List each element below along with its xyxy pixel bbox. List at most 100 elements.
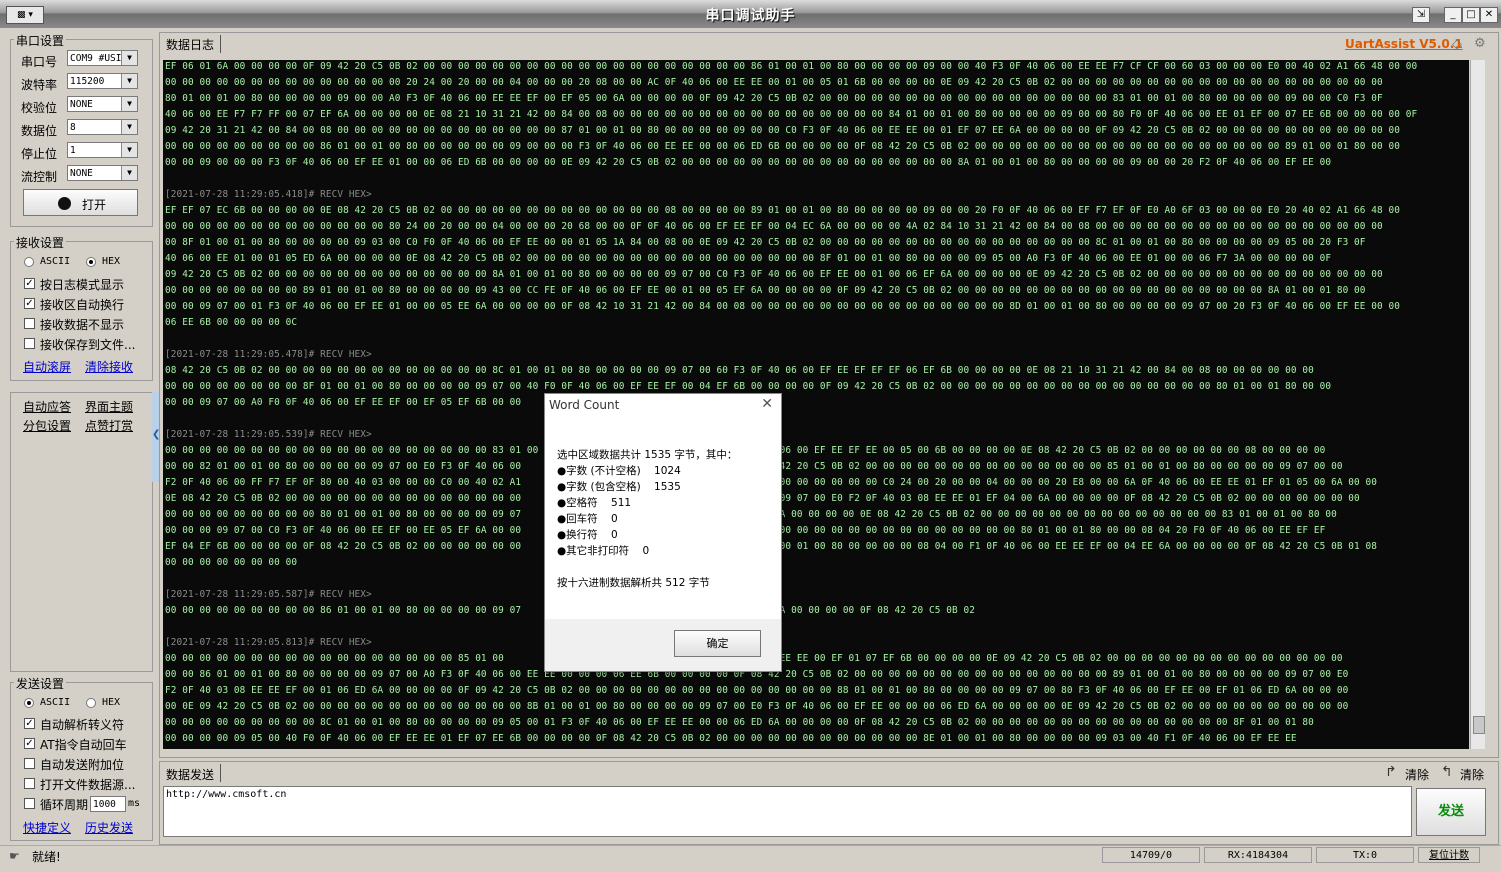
title-bar: ▩ ▾ 串口调试助手 ⇲ _ □ ✕ (0, 0, 1501, 28)
dialog-title: Word Count (549, 398, 620, 412)
word-count-dialog: Word Count ✕ 选中区域数据共计 1535 字节，其中： ●字数 (不… (544, 393, 782, 672)
log-data-line: 00 8F 01 00 01 00 80 00 00 00 00 09 03 0… (165, 237, 1366, 248)
diamond-icon[interactable]: ◇ (1452, 37, 1462, 52)
status-icon: ☛ (9, 849, 20, 863)
receive-hex-radio[interactable] (86, 257, 96, 267)
close-button[interactable]: ✕ (1480, 7, 1498, 23)
log-header-line: [2021-07-28 11:29:05.478]# RECV HEX> (165, 349, 372, 360)
clear-history-button[interactable]: 清除 (1460, 766, 1484, 783)
brand-link[interactable]: UartAssist V5.0.1 (1345, 37, 1463, 51)
send-hex-radio[interactable] (86, 698, 96, 708)
port-select[interactable]: COM9 #USI ▼ (67, 50, 138, 66)
log-data-line: 00 00 00 00 00 00 00 00 00 86 01 00 01 0… (165, 141, 1401, 152)
send-settings-title: 发送设置 (14, 675, 67, 692)
log-data-line: 80 01 00 01 00 80 00 00 00 00 09 00 00 A… (165, 93, 1383, 104)
receive-ascii-radio[interactable] (24, 257, 34, 267)
tab-data-log[interactable]: 数据日志 (166, 36, 214, 53)
dialog-row: ●空格符 511 (557, 497, 632, 509)
scrollbar-thumb[interactable] (1473, 716, 1485, 734)
log-header-line: [2021-07-28 11:29:05.539]# RECV HEX> (165, 429, 372, 440)
hide-data-label: 接收数据不显示 (40, 318, 125, 332)
theme-link[interactable]: 界面主题 (85, 398, 133, 415)
append-bits-checkbox[interactable] (24, 758, 35, 769)
chevron-down-icon: ▼ (121, 120, 137, 134)
log-data-line: 00 00 00 00 00 00 00 00 8F 01 00 01 00 8… (165, 381, 1332, 392)
log-data-line: 00 00 00 00 09 05 00 40 F0 0F 40 06 00 E… (165, 733, 1297, 744)
tx-counter: TX:0 (1316, 847, 1414, 863)
power-icon (58, 197, 71, 210)
log-data-line: F2 0F 40 03 08 EE EE EF 00 01 06 ED 6A 0… (165, 685, 1349, 696)
history-link[interactable]: 历史发送 (85, 819, 133, 836)
close-icon[interactable]: ✕ (761, 396, 773, 412)
save-file-checkbox[interactable] (24, 338, 35, 349)
dialog-row: ●换行符 0 (557, 529, 618, 541)
cycle-period-input[interactable]: 1000 (90, 796, 126, 812)
clear-arrow-icon: ↱ (1385, 764, 1397, 780)
send-ascii-radio[interactable] (24, 698, 34, 708)
log-data-line: 09 42 20 C5 0B 02 00 00 00 00 00 00 00 0… (165, 269, 1383, 280)
flow-select[interactable]: NONE ▼ (67, 165, 138, 181)
auto-wrap-checkbox[interactable]: ✓ (24, 298, 35, 309)
rx-counter: RX:4184304 (1204, 847, 1312, 863)
dialog-summary: 选中区域数据共计 1535 字节，其中： (557, 449, 738, 461)
log-scrollbar[interactable] (1470, 60, 1485, 749)
file-source-label: 打开文件数据源... (40, 778, 136, 792)
open-port-button[interactable]: 打开 (23, 189, 138, 216)
reward-link[interactable]: 点赞打赏 (85, 417, 133, 434)
databits-label: 数据位 (21, 124, 58, 138)
dialog-row: ●字数 (包含空格) 1535 (557, 481, 681, 493)
log-data-line: 00 00 00 00 00 00 00 00 00 00 00 00 00 0… (165, 77, 1383, 88)
stopbits-select[interactable]: 1 ▼ (67, 142, 138, 158)
append-bits-label: 自动发送附加位 (40, 758, 125, 772)
at-return-label: AT指令自动回车 (40, 738, 127, 752)
auto-wrap-label: 接收区自动换行 (40, 298, 125, 312)
log-mode-checkbox[interactable]: ✓ (24, 278, 35, 289)
settings-icon[interactable]: ⚙ (1474, 36, 1486, 51)
log-data-line: 09 42 20 31 21 42 00 84 00 08 00 00 00 0… (165, 125, 1401, 136)
clear-send-button[interactable]: 清除 (1405, 766, 1429, 783)
receive-log[interactable]: EF 06 01 6A 00 00 00 00 0F 09 42 20 C5 0… (163, 60, 1469, 749)
packet-settings-link[interactable]: 分包设置 (23, 417, 71, 434)
save-file-label: 接收保存到文件... (40, 338, 136, 352)
at-return-checkbox[interactable]: ✓ (24, 738, 35, 749)
file-source-checkbox[interactable] (24, 778, 35, 789)
hide-data-checkbox[interactable] (24, 318, 35, 329)
parity-select[interactable]: NONE ▼ (67, 96, 138, 112)
cycle-checkbox[interactable] (24, 798, 35, 809)
receive-settings-title: 接收设置 (14, 234, 67, 251)
tab-data-send[interactable]: 数据发送 (166, 766, 214, 783)
log-header-line: [2021-07-28 11:29:05.813]# RECV HEX> (165, 637, 372, 648)
stopbits-label: 停止位 (21, 147, 58, 161)
databits-select[interactable]: 8 ▼ (67, 119, 138, 135)
send-input[interactable]: http://www.cmsoft.cn (163, 786, 1412, 837)
receive-ascii-label: ASCII (40, 256, 71, 267)
log-data-line: 00 0E 09 42 20 C5 0B 02 00 00 00 00 00 0… (165, 701, 1349, 712)
escape-parse-checkbox[interactable]: ✓ (24, 718, 35, 729)
flow-label: 流控制 (21, 170, 58, 184)
send-button[interactable]: 发送 (1416, 788, 1486, 836)
shortcut-link[interactable]: 快捷定义 (23, 819, 71, 836)
databits-value: 8 (70, 122, 76, 133)
log-data-line: EF EF 07 EC 6B 00 00 00 00 0E 08 42 20 C… (165, 205, 1401, 216)
auto-scroll-link[interactable]: 自动滚屏 (23, 358, 71, 375)
log-data-line: 00 00 00 00 00 00 00 00 00 00 00 00 00 8… (165, 221, 1383, 232)
log-data-line: 08 42 20 C5 0B 02 00 00 00 00 00 00 00 0… (165, 365, 1314, 376)
baud-select[interactable]: 115200 ▼ (67, 73, 138, 89)
ok-button[interactable]: 确定 (674, 630, 761, 657)
receive-hex-label: HEX (102, 256, 121, 267)
log-header-line: [2021-07-28 11:29:05.418]# RECV HEX> (165, 189, 372, 200)
maximize-button[interactable]: □ (1462, 7, 1480, 23)
cycle-period-value: 1000 (93, 799, 116, 810)
minimize-button[interactable]: _ (1444, 7, 1462, 23)
tab-divider (220, 35, 221, 53)
flow-value: NONE (70, 168, 93, 179)
pin-icon[interactable]: ⇲ (1412, 7, 1430, 23)
cycle-unit: ms (128, 798, 141, 809)
status-ready: 就绪! (32, 850, 61, 864)
parity-label: 校验位 (21, 101, 58, 115)
clear-receive-link[interactable]: 清除接收 (85, 358, 133, 375)
reset-count-button[interactable]: 复位计数 (1418, 847, 1480, 863)
chevron-down-icon: ▼ (121, 97, 137, 111)
dialog-footer: 确定 (545, 619, 781, 671)
auto-reply-link[interactable]: 自动应答 (23, 398, 71, 415)
